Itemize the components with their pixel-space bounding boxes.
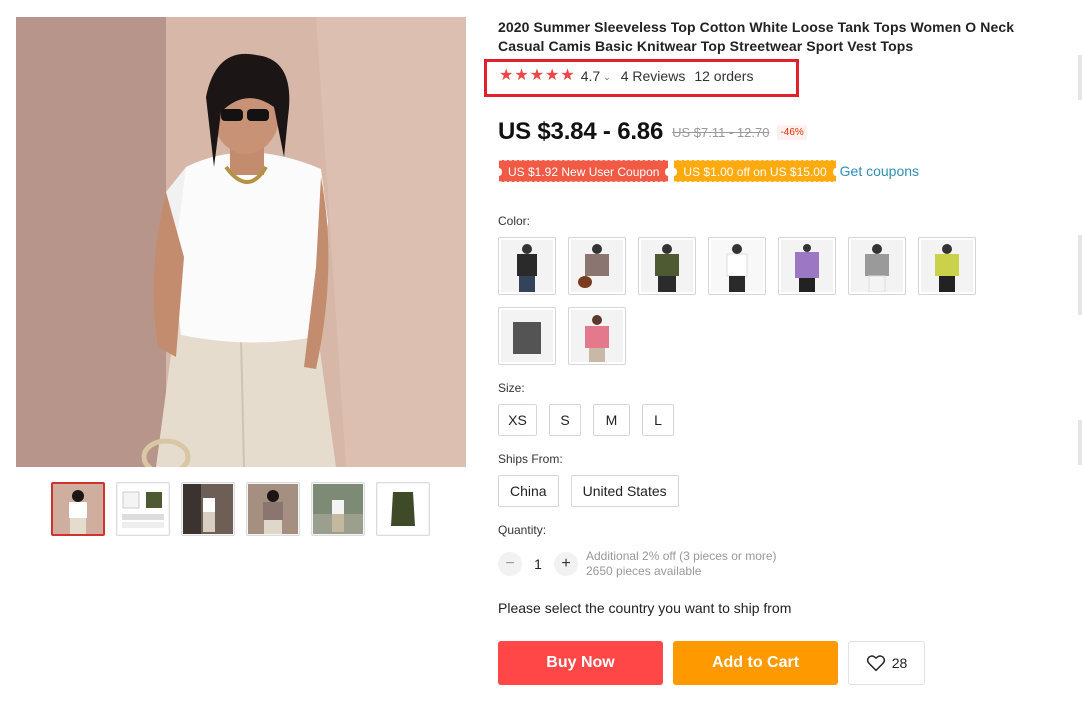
bulk-discount-note: Additional 2% off (3 pieces or more) <box>586 549 777 563</box>
color-swatch-gray[interactable] <box>848 237 906 295</box>
wishlist-button[interactable]: 28 <box>848 641 925 685</box>
ships-from-options: China United States <box>498 475 679 507</box>
size-option-s[interactable]: S <box>549 404 581 436</box>
thumbnail-2[interactable] <box>116 482 170 536</box>
ships-from-label: Ships From: <box>498 452 563 466</box>
star-icon: ★ <box>560 67 575 84</box>
scrollbar-segment <box>1078 55 1082 100</box>
thumbnail-3[interactable] <box>181 482 235 536</box>
star-icon: ★ <box>499 67 514 84</box>
new-user-coupon[interactable]: US $1.92 New User Coupon <box>495 160 672 182</box>
star-icon: ★ <box>545 67 560 84</box>
size-option-xs[interactable]: XS <box>498 404 537 436</box>
current-price: US $3.84 - 6.86 <box>498 118 664 145</box>
heart-icon <box>866 655 885 672</box>
rating-value[interactable]: 4.7 <box>581 68 600 84</box>
ships-from-china[interactable]: China <box>498 475 559 507</box>
star-rating[interactable]: ★ ★ ★ ★ ★ <box>499 68 575 84</box>
action-buttons: Buy Now Add to Cart 28 <box>498 641 925 685</box>
quantity-value[interactable]: 1 <box>522 556 554 572</box>
quantity-decrease-button[interactable]: − <box>498 552 522 576</box>
size-options: XS S M L <box>498 404 674 436</box>
product-title: 2020 Summer Sleeveless Top Cotton White … <box>498 19 1015 54</box>
quantity-notes: Additional 2% off (3 pieces or more) 265… <box>586 549 777 579</box>
discount-badge: -46% <box>777 124 807 140</box>
rating-row: ★ ★ ★ ★ ★ 4.7 ⌄ 4 Reviews 12 orders <box>499 67 753 85</box>
add-to-cart-button[interactable]: Add to Cart <box>673 641 838 685</box>
stock-available: 2650 pieces available <box>586 564 702 578</box>
orders-count: 12 orders <box>694 68 754 84</box>
star-icon: ★ <box>514 67 529 84</box>
color-swatches <box>498 237 1008 365</box>
color-swatch-mocha[interactable] <box>568 237 626 295</box>
store-coupon[interactable]: US $1.00 off on US $15.00 <box>671 160 839 182</box>
quantity-increase-button[interactable]: + <box>554 552 578 576</box>
coupon-row: US $1.92 New User Coupon US $1.00 off on… <box>495 160 919 182</box>
quantity-stepper: − 1 + <box>498 552 578 576</box>
ship-country-message: Please select the country you want to sh… <box>498 600 792 616</box>
wishlist-count: 28 <box>891 655 908 671</box>
ships-from-united-states[interactable]: United States <box>570 475 679 507</box>
thumbnail-6[interactable] <box>376 482 430 536</box>
size-label: Size: <box>498 381 525 395</box>
original-price: US $7.11 - 12.70 <box>672 124 770 140</box>
color-label: Color: <box>498 214 531 228</box>
color-swatch-white[interactable] <box>708 237 766 295</box>
get-coupons-link[interactable]: Get coupons <box>840 163 919 179</box>
quantity-label: Quantity: <box>498 523 547 537</box>
color-swatch-pink[interactable] <box>568 307 626 365</box>
scrollbar-segment <box>1078 235 1082 315</box>
buy-now-button[interactable]: Buy Now <box>498 641 663 685</box>
color-swatch-black[interactable] <box>498 237 556 295</box>
main-product-image[interactable] <box>16 17 466 467</box>
color-swatch-purple[interactable] <box>778 237 836 295</box>
color-swatch-army-green[interactable] <box>638 237 696 295</box>
thumbnail-1[interactable] <box>51 482 105 536</box>
thumbnail-strip <box>51 482 430 536</box>
chevron-down-icon[interactable]: ⌄ <box>603 72 611 83</box>
model-photo <box>16 17 466 467</box>
reviews-link[interactable]: 4 Reviews <box>621 68 686 84</box>
star-icon: ★ <box>529 67 545 84</box>
price-row: US $3.84 - 6.86 US $7.11 - 12.70 -46% <box>498 118 807 146</box>
size-option-m[interactable]: M <box>593 404 630 436</box>
color-swatch-dark-gray[interactable] <box>498 307 556 365</box>
thumbnail-5[interactable] <box>311 482 365 536</box>
color-swatch-lime[interactable] <box>918 237 976 295</box>
size-option-l[interactable]: L <box>642 404 674 436</box>
scrollbar-segment <box>1078 420 1082 465</box>
thumbnail-4[interactable] <box>246 482 300 536</box>
